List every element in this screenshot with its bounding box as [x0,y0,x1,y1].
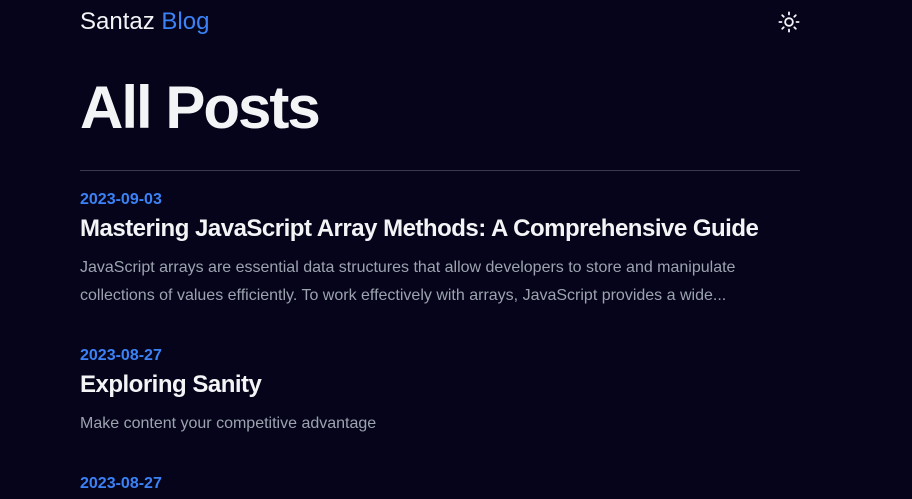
post-item: 2023-09-03 Mastering JavaScript Array Me… [80,190,800,310]
post-date: 2023-09-03 [80,191,162,208]
title-divider [80,170,800,171]
post-title-link[interactable]: Mastering JavaScript Array Methods: A Co… [80,214,800,244]
brand-accent: Blog [161,8,210,35]
brand-logo-link[interactable]: Santaz Blog [80,6,209,38]
brand-name: Santaz [80,8,155,35]
post-date: 2023-08-27 [80,347,162,364]
sun-icon[interactable] [778,11,800,33]
post-title-link[interactable]: Exploring Sanity [80,370,800,400]
site-header: Santaz Blog [80,6,800,38]
post-item: 2023-08-27 Exploring Sanity Make content… [80,346,800,438]
page-title: All Posts [80,74,321,141]
post-excerpt: JavaScript arrays are essential data str… [80,259,736,304]
post-date: 2023-08-27 [80,475,162,492]
post-excerpt: Make content your competitive advantage [80,415,377,432]
post-item: 2023-08-27 [80,474,800,494]
